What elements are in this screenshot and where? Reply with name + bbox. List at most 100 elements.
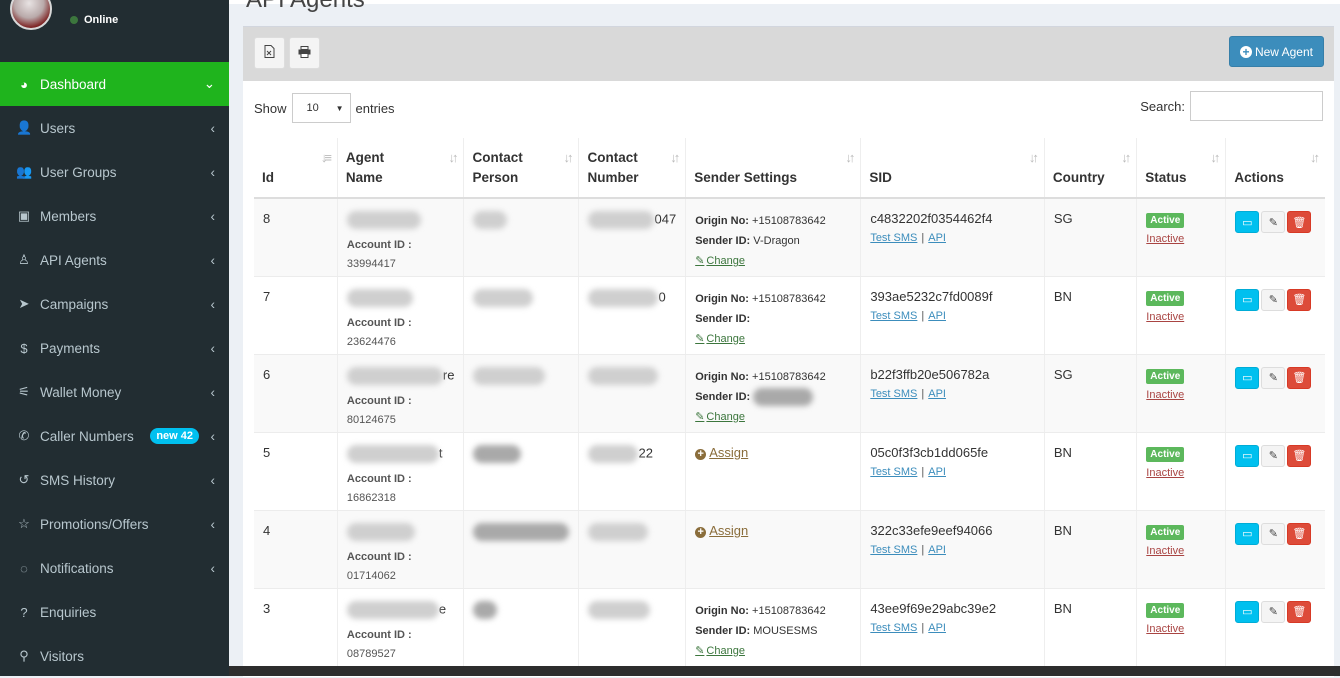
edit-button[interactable]: ✎ (1261, 211, 1286, 233)
online-status: Online (70, 14, 118, 26)
sidebar-item-enquiries[interactable]: ? Enquiries (0, 590, 229, 634)
sidebar-item-wallet-money[interactable]: ⚟ Wallet Money ‹ (0, 370, 229, 414)
pencil-icon: ✎ (695, 410, 705, 423)
origin-no-value: +15108783642 (752, 215, 826, 227)
column-header[interactable]: ↓↑ Status (1136, 138, 1227, 199)
test-sms-link[interactable]: Test SMS (870, 310, 917, 322)
view-button[interactable]: ▭ (1235, 288, 1260, 311)
column-header[interactable]: ↓↑ SID (860, 138, 1045, 199)
view-button[interactable]: ▭ (1235, 600, 1260, 623)
edit-button[interactable]: ✎ (1261, 366, 1286, 389)
sidebar-item-sms-history[interactable]: ↺ SMS History ‹ (0, 458, 229, 502)
column-header[interactable]: ↓↑ Actions (1225, 138, 1325, 199)
delete-button[interactable]: 🗑 (1287, 288, 1312, 311)
actions-cell: ▭ ✎ 🗑 (1225, 588, 1325, 667)
edit-button[interactable]: ✎ (1261, 522, 1286, 545)
set-inactive-link[interactable]: Inactive (1146, 623, 1216, 635)
column-header[interactable]: ↓↑ Contact Number (578, 138, 687, 199)
table-row: 3 e Account ID : 08789527 Origin No: +151087… (254, 588, 1325, 667)
sidebar-item-api-agents[interactable]: ♙ API Agents ‹ (0, 238, 229, 282)
assign-sender-link[interactable]: + Assign (695, 445, 748, 460)
sender-id-line: Sender ID: MOUSESMS (695, 621, 851, 641)
person-icon: ♙ (18, 252, 30, 267)
page-length-control: Show 10 ▼ entries (254, 93, 395, 123)
sidebar-item-notifications[interactable]: ◌ Notifications ‹ (0, 546, 229, 590)
actions-cell: ▭ ✎ 🗑 (1225, 276, 1325, 355)
edit-button[interactable]: ✎ (1261, 444, 1286, 467)
sidebar-item-dashboard[interactable]: ◕ Dashboard ⌄ (0, 62, 229, 106)
delete-button[interactable]: 🗑 (1287, 444, 1312, 467)
status-active-badge[interactable]: Active (1146, 290, 1185, 306)
api-link[interactable]: API (928, 622, 946, 634)
status-active-badge[interactable]: Active (1146, 368, 1185, 384)
plus-circle-icon: + (695, 448, 707, 460)
api-link[interactable]: API (928, 310, 946, 322)
column-header-line2: SID (869, 170, 892, 185)
new-agent-button[interactable]: + New Agent (1228, 36, 1324, 67)
change-sender-link[interactable]: ✎ Change (695, 411, 745, 423)
test-sms-link[interactable]: Test SMS (870, 466, 917, 478)
test-sms-link[interactable]: Test SMS (870, 544, 917, 556)
sidebar-item-users[interactable]: 👤 Users ‹ (0, 106, 229, 150)
view-button[interactable]: ▭ (1235, 366, 1260, 389)
view-button[interactable]: ▭ (1235, 444, 1260, 467)
sender-id-label: Sender ID: (695, 312, 751, 325)
column-header[interactable]: ↓↑ Country (1044, 138, 1138, 199)
set-inactive-link[interactable]: Inactive (1146, 467, 1216, 479)
edit-button[interactable]: ✎ (1261, 288, 1286, 311)
delete-button[interactable]: 🗑 (1287, 522, 1312, 545)
delete-button[interactable]: 🗑 (1287, 211, 1312, 233)
api-link[interactable]: API (928, 466, 946, 478)
api-link[interactable]: API (928, 232, 946, 244)
chevron-left-icon: ‹ (210, 472, 216, 488)
api-link[interactable]: API (928, 544, 946, 556)
status-active-badge[interactable]: Active (1146, 602, 1185, 618)
sid-links: Test SMS | API (870, 232, 1035, 244)
change-sender-link[interactable]: ✎ Change (695, 333, 745, 345)
test-sms-link[interactable]: Test SMS (870, 232, 917, 244)
test-sms-link[interactable]: Test SMS (870, 622, 917, 634)
delete-button[interactable]: 🗑 (1287, 600, 1312, 623)
sidebar-item-visitors[interactable]: ⚲ Visitors (0, 634, 229, 678)
history-icon: ↺ (18, 472, 30, 487)
wallet-icon: ⚟ (18, 384, 30, 399)
status-active-badge[interactable]: Active (1146, 524, 1185, 540)
set-inactive-link[interactable]: Inactive (1146, 389, 1216, 401)
page-length-select[interactable]: 10 ▼ (291, 93, 351, 123)
set-inactive-link[interactable]: Inactive (1146, 545, 1216, 557)
view-button[interactable]: ▭ (1235, 211, 1260, 233)
search-input[interactable] (1190, 91, 1323, 121)
status-cell: Active Inactive (1136, 354, 1227, 433)
change-sender-link[interactable]: ✎ Change (695, 645, 745, 657)
sort-icon: ↓↑ (1121, 150, 1131, 165)
excel-export-button[interactable] (254, 37, 285, 69)
column-header[interactable]: ↓↑ Sender Settings (685, 138, 862, 199)
sidebar-item-campaigns[interactable]: ➤ Campaigns ‹ (0, 282, 229, 326)
sender-id-label: Sender ID: (695, 235, 751, 247)
sidebar-item-caller-numbers[interactable]: ✆ Caller Numbers new 42 ‹ (0, 414, 229, 458)
column-header[interactable]: ↓↑ Contact Person (463, 138, 580, 199)
edit-button[interactable]: ✎ (1261, 600, 1286, 623)
status-active-badge[interactable]: Active (1146, 446, 1185, 462)
status-active-badge[interactable]: Active (1146, 213, 1185, 228)
sender-id-value: V-Dragon (753, 235, 800, 247)
sidebar-item-user-groups[interactable]: 👥 User Groups ‹ (0, 150, 229, 194)
new-count-badge: new 42 (150, 428, 199, 444)
trash-icon: 🗑 (1292, 216, 1307, 229)
set-inactive-link[interactable]: Inactive (1146, 233, 1216, 245)
contact-number-tail: 0 (658, 288, 666, 304)
test-sms-link[interactable]: Test SMS (870, 388, 917, 400)
api-link[interactable]: API (928, 388, 946, 400)
delete-button[interactable]: 🗑 (1287, 366, 1312, 389)
sidebar-item-payments[interactable]: $ Payments ‹ (0, 326, 229, 370)
set-inactive-link[interactable]: Inactive (1146, 311, 1216, 323)
assign-sender-link[interactable]: + Assign (695, 523, 748, 538)
column-header[interactable]: ↓≡ Id (254, 138, 338, 199)
sidebar-item-members[interactable]: ▣ Members ‹ (0, 194, 229, 238)
assign-label: Assign (709, 522, 749, 538)
change-sender-link[interactable]: ✎ Change (695, 255, 745, 267)
sidebar-item-promotions-offers[interactable]: ☆ Promotions/Offers ‹ (0, 502, 229, 546)
print-button[interactable] (289, 37, 320, 69)
view-button[interactable]: ▭ (1235, 522, 1260, 545)
column-header[interactable]: ↓↑ Agent Name (337, 138, 465, 199)
